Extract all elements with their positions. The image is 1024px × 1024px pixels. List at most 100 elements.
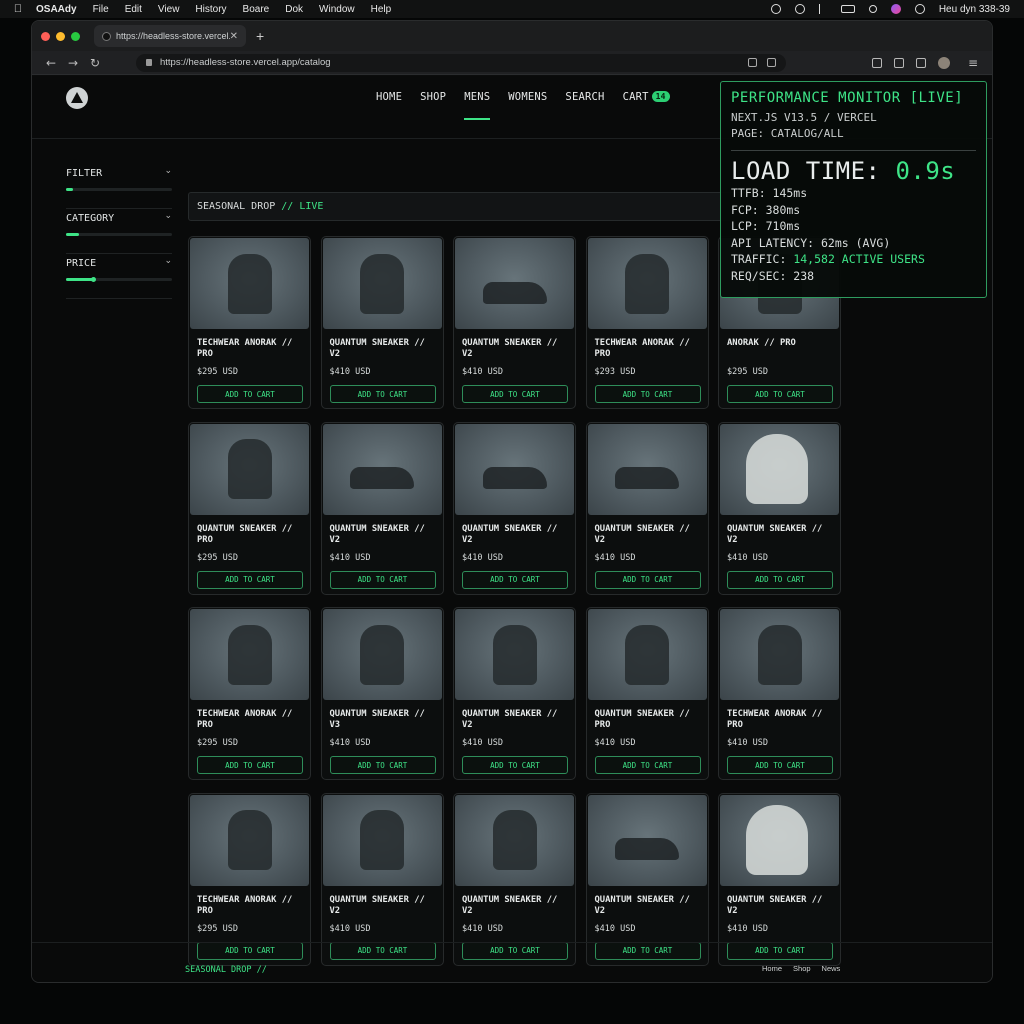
menu-window[interactable]: Window	[319, 4, 355, 15]
new-tab-icon[interactable]: +	[256, 28, 264, 44]
bluetooth-icon[interactable]	[818, 4, 827, 14]
product-image[interactable]	[455, 423, 574, 515]
product-name[interactable]: QUANTUM SNEAKER // V2	[462, 524, 570, 546]
chevron-down-icon[interactable]: ⌄	[164, 256, 172, 266]
product-name[interactable]: TECHWEAR ANORAK // PRO	[595, 338, 703, 360]
chevron-down-icon[interactable]: ⌄	[164, 166, 172, 176]
product-card[interactable]: QUANTUM SNEAKER // V2 $410 USD ADD TO CART	[585, 792, 709, 966]
add-to-cart-button[interactable]: ADD TO CART	[197, 385, 303, 403]
product-image[interactable]	[322, 423, 442, 515]
price-slider-handle[interactable]	[90, 277, 96, 282]
extensions-icon[interactable]	[872, 57, 882, 68]
nav-mens[interactable]: MENS	[455, 91, 499, 120]
menu-view[interactable]: View	[158, 4, 180, 15]
nav-shop[interactable]: SHOP	[411, 91, 455, 120]
category-group[interactable]: CATEGORY ⌄	[66, 209, 172, 254]
menu-history[interactable]: History	[195, 4, 226, 15]
product-name[interactable]: TECHWEAR ANORAK // PRO	[197, 338, 305, 360]
forward-icon[interactable]: →	[62, 56, 84, 70]
product-image[interactable]	[720, 794, 839, 886]
product-image[interactable]	[587, 794, 707, 886]
store-logo[interactable]	[66, 87, 88, 109]
add-to-cart-button[interactable]: ADD TO CART	[594, 385, 701, 403]
product-name[interactable]: QUANTUM SNEAKER // PRO	[595, 709, 703, 731]
product-name[interactable]: QUANTUM SNEAKER // V2	[462, 709, 570, 731]
zoom-window-button[interactable]	[71, 31, 80, 41]
back-icon[interactable]: ←	[40, 56, 62, 70]
product-name[interactable]: QUANTUM SNEAKER // V2	[727, 524, 835, 546]
product-name[interactable]: QUANTUM SNEAKER // V2	[330, 524, 438, 546]
product-image[interactable]	[455, 794, 574, 886]
product-image[interactable]	[455, 238, 574, 329]
product-name[interactable]: QUANTUM SNEAKER // V2	[595, 895, 703, 917]
product-card[interactable]: QUANTUM SNEAKER // V2 $410 USD ADD TO CART	[718, 792, 841, 966]
product-image[interactable]	[322, 609, 442, 700]
menu-edit[interactable]: Edit	[125, 4, 142, 15]
control-icon[interactable]	[770, 4, 781, 14]
product-card[interactable]: QUANTUM SNEAKER // V2 $410 USD ADD TO CART	[453, 236, 576, 409]
product-name[interactable]: QUANTUM SNEAKER // V3	[330, 709, 438, 731]
chevron-down-icon[interactable]: ⌄	[164, 211, 172, 221]
product-card[interactable]: QUANTUM SNEAKER // PRO $410 USD ADD TO CAR…	[585, 607, 709, 780]
product-image[interactable]	[587, 609, 707, 700]
price-slider[interactable]	[66, 277, 172, 282]
product-card[interactable]: QUANTUM SNEAKER // V2 $410 USD ADD TO CART	[453, 607, 576, 780]
footer-link-shop[interactable]: Shop	[793, 964, 811, 973]
menu-boare[interactable]: Boare	[243, 4, 270, 15]
product-image[interactable]	[587, 423, 707, 515]
product-name[interactable]: TECHWEAR ANORAK // PRO	[727, 709, 835, 731]
product-name[interactable]: QUANTUM SNEAKER // PRO	[197, 524, 305, 546]
add-to-cart-button[interactable]: ADD TO CART	[329, 756, 436, 774]
product-image[interactable]	[190, 238, 309, 329]
siri-icon[interactable]	[890, 4, 901, 14]
product-image[interactable]	[720, 423, 839, 515]
menu-app-name[interactable]: OSAAdy	[36, 4, 77, 15]
product-card[interactable]: TECHWEAR ANORAK // PRO $295 USD ADD TO CAR…	[188, 236, 311, 409]
product-name[interactable]: TECHWEAR ANORAK // PRO	[197, 895, 305, 917]
footer-link-home[interactable]: Home	[762, 964, 782, 973]
footer-link-news[interactable]: News	[822, 964, 841, 973]
product-card[interactable]: QUANTUM SNEAKER // V2 $410 USD ADD TO CART	[453, 792, 576, 966]
product-name[interactable]: QUANTUM SNEAKER // V2	[330, 338, 438, 360]
control-center-icon[interactable]	[914, 4, 925, 14]
add-to-cart-button[interactable]: ADD TO CART	[727, 756, 833, 774]
browser-tab[interactable]: https://headless-store.vercel.app ✕	[94, 25, 246, 47]
share-icon[interactable]	[748, 58, 757, 67]
product-image[interactable]	[190, 794, 309, 886]
product-card[interactable]: QUANTUM SNEAKER // V2 $410 USD ADD TO CART	[453, 421, 576, 595]
product-card[interactable]: QUANTUM SNEAKER // V3 $410 USD ADD TO CART	[320, 607, 444, 780]
product-card[interactable]: QUANTUM SNEAKER // V2 $410 USD ADD TO CART	[320, 421, 444, 595]
product-card[interactable]: TECHWEAR ANORAK // PRO $295 USD ADD TO CAR…	[188, 607, 311, 780]
product-name[interactable]: QUANTUM SNEAKER // V2	[595, 524, 703, 546]
product-name[interactable]: QUANTUM SNEAKER // V2	[462, 338, 570, 360]
product-card[interactable]: TECHWEAR ANORAK // PRO $410 USD ADD TO CAR…	[718, 607, 841, 780]
downloads-icon[interactable]	[894, 57, 904, 68]
menu-file[interactable]: File	[93, 4, 109, 15]
add-to-cart-button[interactable]: ADD TO CART	[462, 385, 568, 403]
reload-icon[interactable]: ↻	[84, 56, 106, 70]
product-image[interactable]	[190, 423, 309, 515]
category-slider[interactable]	[66, 233, 172, 236]
address-bar[interactable]: https://headless-store.vercel.app/catalo…	[136, 53, 786, 72]
sidebar-icon[interactable]	[916, 57, 926, 68]
product-image[interactable]	[455, 609, 574, 700]
product-name[interactable]: ANORAK // PRO	[727, 338, 835, 349]
url-text[interactable]: https://headless-store.vercel.app/catalo…	[160, 57, 738, 68]
battery-icon[interactable]	[840, 5, 855, 13]
add-to-cart-button[interactable]: ADD TO CART	[329, 385, 436, 403]
filter-group[interactable]: FILTER ⌄	[66, 164, 172, 209]
add-to-cart-button[interactable]: ADD TO CART	[197, 756, 303, 774]
nav-home[interactable]: HOME	[367, 91, 411, 120]
product-image[interactable]	[587, 238, 707, 329]
product-image[interactable]	[720, 609, 839, 700]
product-card[interactable]: QUANTUM SNEAKER // V2 $410 USD ADD TO CART	[718, 421, 841, 595]
add-to-cart-button[interactable]: ADD TO CART	[594, 570, 701, 589]
product-card[interactable]: QUANTUM SNEAKER // PRO $295 USD ADD TO CAR…	[188, 421, 311, 595]
profile-avatar[interactable]	[938, 56, 950, 69]
product-name[interactable]: QUANTUM SNEAKER // V2	[330, 895, 438, 917]
wifi-icon[interactable]	[794, 4, 805, 14]
product-name[interactable]: TECHWEAR ANORAK // PRO	[197, 709, 305, 731]
product-card[interactable]: QUANTUM SNEAKER // V2 $410 USD ADD TO CART	[585, 421, 709, 595]
add-to-cart-button[interactable]: ADD TO CART	[197, 570, 303, 589]
nav-cart[interactable]: CART 14	[614, 91, 679, 120]
